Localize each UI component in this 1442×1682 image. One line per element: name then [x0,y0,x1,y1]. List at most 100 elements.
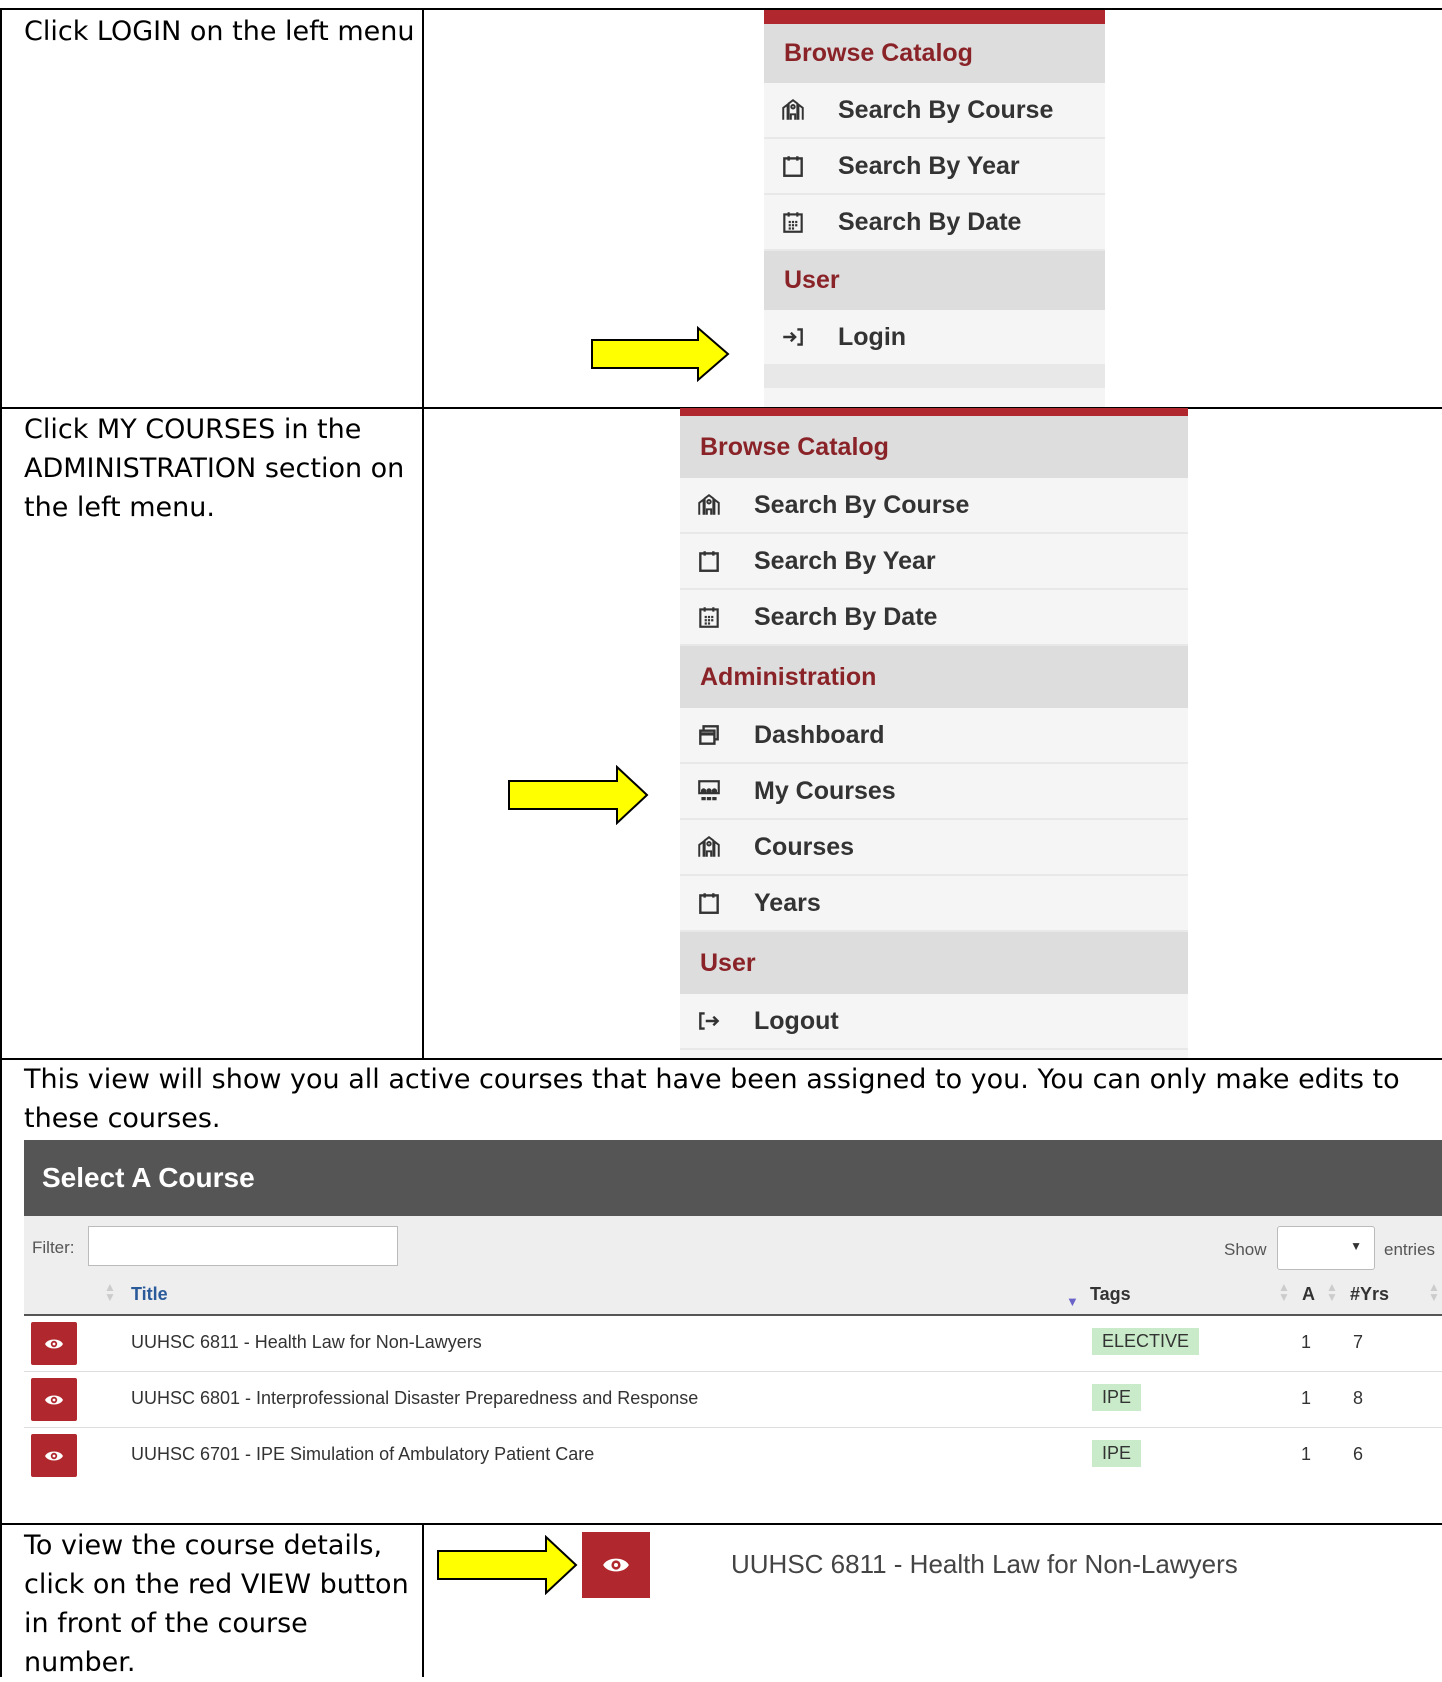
eye-icon [45,1395,63,1404]
tag-badge: IPE [1092,1384,1142,1411]
login-arrow-icon [764,324,838,350]
instruction-my-courses: Click MY COURSES in the ADMINISTRATION s… [24,414,405,523]
menu-item-logout[interactable]: Logout [680,994,1188,1050]
calendar-grid-icon [680,604,754,630]
column-header-yrs[interactable]: #Yrs [1350,1284,1389,1305]
sort-desc-icon: ▼ [1066,1294,1079,1309]
menu-item-years[interactable]: Years [680,876,1188,932]
filter-label: Filter: [32,1238,75,1257]
view-button[interactable] [31,1378,77,1421]
yellow-arrow-icon [591,326,730,382]
menu-item-label: Search By Course [838,95,1054,124]
sort-icon: ▲ ▼ [1428,1280,1440,1304]
grid-left [0,8,2,1677]
select-course-panel: Select A Course Filter: Show ▼ entries ▲… [24,1140,1442,1520]
menu-item-label: Search By Date [754,602,938,631]
building-icon [680,834,754,860]
menu-item-login[interactable]: Login [764,310,1105,366]
column-header-title[interactable]: Title [131,1284,168,1305]
menu-item-label: Logout [754,1006,839,1035]
menu-item-courses[interactable]: Courses [680,820,1188,876]
cell-yrs: 7 [1353,1332,1364,1352]
cell-yrs: 6 [1353,1444,1364,1464]
instruction-login: Click LOGIN on the left menu [24,16,415,47]
menu-header-browse-catalog: Browse Catalog [764,24,1105,83]
calendar-icon [680,890,754,916]
yellow-arrow-icon [437,1535,578,1595]
menu-item-dashboard[interactable]: Dashboard [680,708,1188,764]
view-button[interactable] [31,1434,77,1477]
menu-item-search-by-course[interactable]: Search By Course [680,478,1188,534]
menu-accent-bar [680,408,1188,416]
menu-item-label: Search By Year [838,151,1020,180]
yellow-arrow-icon [508,765,649,825]
sort-icon: ▲ ▼ [1326,1280,1338,1304]
menu-item-label: Search By Year [754,546,936,575]
filter-bar: Filter: Show ▼ entries ▲ ▼ Title ▼ Tags ▲… [24,1216,1442,1316]
table-row: UUHSC 6801 - Interprofessional Disaster … [24,1372,1442,1428]
filter-input[interactable] [88,1226,398,1266]
menu-item-search-by-date[interactable]: Search By Date [680,590,1188,646]
view-button[interactable] [31,1322,77,1365]
calendar-icon [764,153,838,179]
sort-icon: ▲ ▼ [104,1280,116,1304]
chevron-down-icon: ▼ [1350,1239,1362,1253]
menu-item-label: Search By Course [754,490,970,519]
column-header-tags[interactable]: Tags [1090,1284,1131,1305]
table-row: UUHSC 6811 - Health Law for Non-Lawyers … [24,1316,1442,1372]
menu-item-label: Login [838,322,907,351]
sidebar-menu-login: Browse Catalog Search By Course Search B… [764,10,1105,407]
menu-header-administration: Administration [680,646,1188,708]
eye-icon [603,1558,629,1572]
calendar-icon [680,548,754,574]
view-button[interactable] [582,1532,650,1598]
eye-icon [45,1339,63,1348]
menu-item-my-courses[interactable]: My Courses [680,764,1188,820]
course-title: UUHSC 6801 - Interprofessional Disaster … [131,1388,699,1408]
sidebar-menu-administration: Browse Catalog Search By Course Search B… [680,408,1188,1058]
course-title: UUHSC 6701 - IPE Simulation of Ambulator… [131,1444,595,1464]
tag-badge: IPE [1092,1440,1142,1467]
grid-mid-2 [422,408,424,1058]
column-header-a[interactable]: A [1302,1284,1315,1305]
course-title: UUHSC 6811 - Health Law for Non-Lawyers [131,1332,482,1352]
panel-title: Select A Course [24,1140,1442,1216]
menu-item-search-by-date[interactable]: Search By Date [764,195,1105,251]
menu-header-browse-catalog: Browse Catalog [680,416,1188,478]
menu-item-search-by-course[interactable]: Search By Course [764,83,1105,139]
eye-icon [45,1451,63,1460]
entries-select[interactable]: ▼ [1277,1226,1375,1270]
cell-a: 1 [1301,1332,1312,1352]
grid-top [0,8,1442,10]
calendar-grid-icon [764,209,838,235]
instruction-view-button: To view the course details, click on the… [24,1530,409,1678]
menu-item-search-by-year[interactable]: Search By Year [680,534,1188,590]
building-icon [680,492,754,518]
menu-header-user: User [680,932,1188,994]
logout-arrow-icon [680,1008,754,1034]
menu-header-user: User [764,251,1105,310]
building-icon [764,97,838,123]
tag-badge: ELECTIVE [1092,1328,1200,1355]
instruction-active-courses: This view will show you all active cours… [24,1064,1400,1134]
menu-accent-bar [764,10,1105,24]
table-row: UUHSC 6701 - IPE Simulation of Ambulator… [24,1428,1442,1484]
menu-item-search-by-year[interactable]: Search By Year [764,139,1105,195]
grid-row-3 [0,1523,1442,1525]
show-label: Show [1224,1240,1267,1259]
menu-item-label: Courses [754,832,855,861]
windows-icon [680,722,754,748]
menu-item-label: Years [754,888,821,917]
grid-mid-1 [422,8,424,408]
cell-a: 1 [1301,1388,1312,1408]
course-title: UUHSC 6811 - Health Law for Non-Lawyers [731,1549,1238,1579]
menu-item-label: Search By Date [838,207,1022,236]
cell-yrs: 8 [1353,1388,1364,1408]
menu-item-label: Dashboard [754,720,885,749]
classroom-icon [680,778,754,804]
grid-mid-4 [422,1524,424,1677]
entries-label: entries [1384,1240,1436,1259]
sort-icon: ▲ ▼ [1278,1280,1290,1304]
menu-tail [764,366,1105,388]
menu-item-label: My Courses [754,776,896,805]
